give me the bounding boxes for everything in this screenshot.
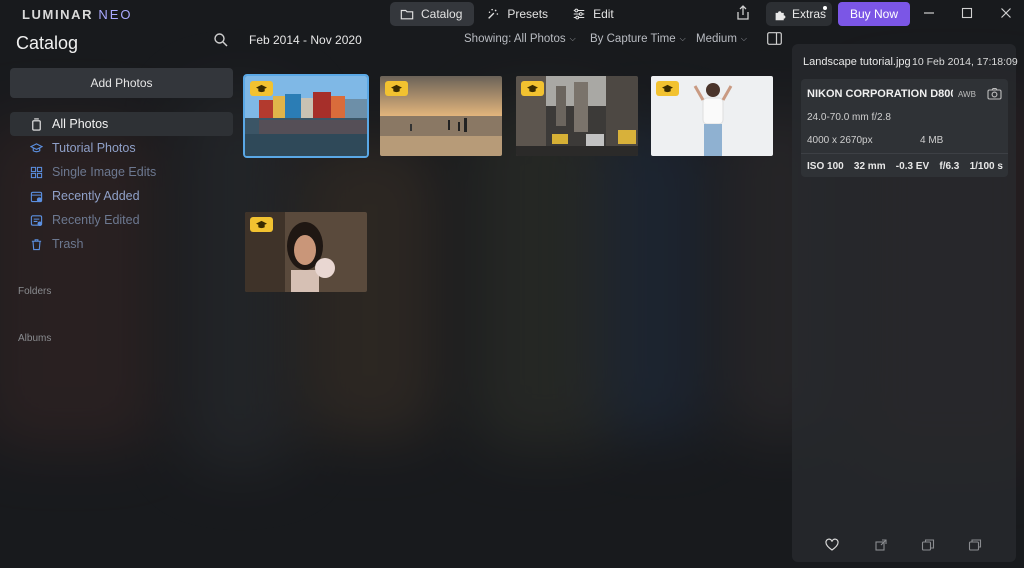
title-bar: LUMINAR NEO Catalog Presets Edit Extras …	[0, 0, 1024, 28]
chevron-down-icon: ⌵	[679, 34, 686, 43]
shutter-speed: 1/100 s	[969, 161, 1003, 172]
extras-button[interactable]: Extras	[766, 2, 832, 26]
copy-icon[interactable]	[921, 538, 935, 552]
thumbnail-size-dropdown[interactable]: Medium ⌵	[696, 33, 747, 45]
buy-now-button[interactable]: Buy Now	[838, 2, 910, 26]
image-dimensions: 4000 x 2670px	[807, 135, 873, 146]
grid-icon	[30, 166, 43, 178]
maximize-button[interactable]	[959, 5, 975, 21]
sliders-icon	[573, 8, 585, 20]
luminar-neo-window: LUMINAR NEO Catalog Presets Edit Extras …	[0, 0, 1024, 568]
share-icon[interactable]	[734, 4, 752, 22]
notification-dot	[823, 6, 827, 10]
photo-thumbnail-portrait[interactable]	[245, 212, 367, 292]
close-button[interactable]	[998, 5, 1014, 21]
iso-value: ISO 100	[807, 161, 844, 172]
graduation-cap-icon	[527, 84, 538, 92]
sidebar-item-all-photos[interactable]: All Photos	[10, 112, 233, 136]
graduation-cap-icon	[256, 220, 267, 228]
catalog-sidebar: Catalog Add Photos All Photos Tutorial P…	[0, 28, 240, 568]
file-name: Landscape tutorial.jpg	[803, 56, 911, 68]
sidebar-item-tutorial-photos[interactable]: Tutorial Photos	[10, 136, 233, 160]
divider	[801, 153, 1008, 154]
puzzle-icon	[775, 10, 786, 20]
sparkle-icon	[488, 8, 499, 19]
edit-mode-button[interactable]: Edit	[562, 2, 626, 26]
minimize-button[interactable]	[921, 5, 937, 21]
extras-label: Extras	[792, 7, 827, 21]
sidebar-item-label: Trash	[52, 237, 84, 251]
graduation-cap-icon	[256, 84, 267, 92]
heart-icon[interactable]	[825, 538, 839, 552]
duplicate-icon[interactable]	[968, 538, 982, 552]
photo-info-panel: Landscape tutorial.jpg 10 Feb 2014, 17:1…	[792, 44, 1018, 562]
folder-icon	[400, 9, 414, 20]
date-range-label: Feb 2014 - Nov 2020	[249, 33, 362, 47]
presets-mode-label: Presets	[507, 7, 549, 21]
photo-thumbnail-beach[interactable]	[380, 76, 502, 156]
sidebar-item-label: All Photos	[52, 117, 109, 131]
photo-thumbnail-city[interactable]	[516, 76, 638, 156]
presets-mode-button[interactable]: Presets	[476, 2, 560, 26]
sidebar-item-single-image-edits[interactable]: Single Image Edits	[10, 160, 233, 184]
graduation-cap-icon	[30, 142, 43, 152]
sidebar-item-label: Recently Added	[52, 189, 140, 203]
tutorial-badge	[385, 81, 408, 96]
graduation-cap-icon	[662, 84, 673, 92]
showing-filter-dropdown[interactable]: Showing: All Photos ⌵	[464, 33, 576, 45]
tutorial-badge	[521, 81, 544, 96]
albums-section-label[interactable]: Albums	[18, 333, 51, 344]
trash-icon	[31, 238, 42, 250]
panel-actions	[792, 538, 1016, 554]
file-size: 4 MB	[920, 135, 944, 146]
export-icon[interactable]	[874, 538, 888, 552]
app-logo: LUMINAR NEO	[22, 7, 133, 22]
sidebar-item-recently-added[interactable]: Recently Added	[10, 184, 233, 208]
sort-dropdown[interactable]: By Capture Time ⌵	[590, 33, 686, 45]
capture-datetime: 10 Feb 2014, 17:18:09	[912, 56, 1018, 68]
chevron-down-icon: ⌵	[740, 34, 747, 43]
exposure-compensation: -0.3 EV	[895, 161, 930, 172]
photo-thumbnail-woman-white[interactable]	[651, 76, 773, 156]
edit-list-icon	[30, 214, 43, 226]
sidebar-item-label: Tutorial Photos	[52, 141, 136, 155]
exif-card: NIKON CORPORATION D800 AWB 24.0-70.0 mm …	[801, 79, 1008, 177]
catalog-mode-button[interactable]: Catalog	[390, 2, 475, 26]
tutorial-badge	[250, 217, 273, 232]
mode-switcher: Catalog Presets Edit	[390, 2, 626, 26]
photos-stack-icon	[32, 117, 41, 131]
sidebar-title: Catalog	[16, 33, 79, 53]
white-balance: AWB	[958, 90, 976, 99]
sidebar-item-label: Recently Edited	[52, 213, 140, 227]
chevron-down-icon: ⌵	[569, 34, 576, 43]
lens-info: 24.0-70.0 mm f/2.8	[807, 112, 891, 123]
sidebar-item-label: Single Image Edits	[52, 165, 157, 179]
aperture-value: f/6.3	[939, 161, 960, 172]
camera-icon	[987, 88, 1002, 100]
showing-filter-label: Showing: All Photos	[464, 33, 566, 45]
tutorial-badge	[250, 81, 273, 96]
add-photos-button[interactable]: Add Photos	[10, 68, 233, 98]
tutorial-badge	[656, 81, 679, 96]
sidebar-item-recently-edited[interactable]: Recently Edited	[10, 208, 233, 232]
minimize-icon	[924, 12, 934, 14]
catalog-nav: All Photos Tutorial Photos Single Image …	[10, 112, 233, 256]
search-icon[interactable]	[213, 32, 229, 48]
focal-length: 32 mm	[853, 161, 886, 172]
close-icon	[1001, 8, 1011, 18]
catalog-mode-label: Catalog	[421, 7, 463, 21]
camera-model: NIKON CORPORATION D800	[807, 88, 953, 100]
maximize-icon	[961, 7, 973, 19]
folders-section-label[interactable]: Folders	[18, 286, 51, 297]
exposure-row: ISO 100 32 mm -0.3 EV f/6.3 1/100 s	[807, 161, 1003, 172]
photo-thumbnail-harbor[interactable]	[243, 74, 369, 158]
sort-label: By Capture Time	[590, 33, 676, 45]
edit-mode-label: Edit	[593, 7, 614, 21]
graduation-cap-icon	[391, 84, 402, 92]
thumbnail-size-label: Medium	[696, 33, 737, 45]
sidebar-item-trash[interactable]: Trash	[10, 232, 233, 256]
info-panel-toggle-icon[interactable]	[767, 32, 782, 45]
calendar-plus-icon	[30, 191, 43, 202]
